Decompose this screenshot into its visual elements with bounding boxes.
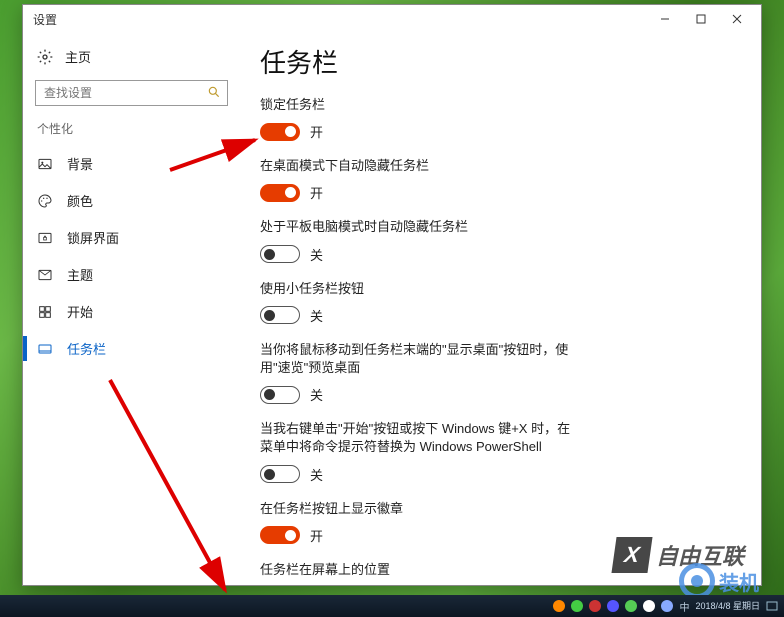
toggle-switch[interactable] xyxy=(260,465,300,483)
x-logo-icon: X xyxy=(611,537,652,573)
sidebar-item-lockscreen[interactable]: 锁屏界面 xyxy=(23,219,240,256)
window-title: 设置 xyxy=(33,11,57,28)
sidebar-item-label: 主题 xyxy=(67,265,93,284)
tray-icon[interactable] xyxy=(553,600,565,612)
palette-icon xyxy=(37,193,53,209)
image-icon xyxy=(37,156,53,172)
toggle-switch[interactable] xyxy=(260,526,300,544)
theme-icon xyxy=(37,267,53,283)
setting-label: 当我右键单击"开始"按钮或按下 Windows 键+X 时，在菜单中将命令提示符… xyxy=(260,420,580,456)
setting-label: 在桌面模式下自动隐藏任务栏 xyxy=(260,157,580,175)
toggle-state-text: 关 xyxy=(310,245,323,264)
tray-icon[interactable] xyxy=(643,600,655,612)
lockscreen-icon xyxy=(37,230,53,246)
system-tray[interactable]: 中 2018/4/8 星期日 xyxy=(553,599,778,614)
tray-icon[interactable] xyxy=(661,600,673,612)
sidebar-item-label: 颜色 xyxy=(67,191,93,210)
home-link[interactable]: 主页 xyxy=(23,41,240,80)
toggle-state-text: 开 xyxy=(310,526,323,545)
toggle-state-text: 开 xyxy=(310,122,323,141)
taskbar-icon xyxy=(37,341,53,357)
clock[interactable]: 2018/4/8 星期日 xyxy=(695,602,760,611)
sidebar-item-label: 任务栏 xyxy=(67,339,106,358)
toggle-state-text: 开 xyxy=(310,183,323,202)
sidebar-item-theme[interactable]: 主题 xyxy=(23,256,240,293)
toggle-switch[interactable] xyxy=(260,184,300,202)
taskbar[interactable]: 中 2018/4/8 星期日 xyxy=(0,595,784,617)
toggle-switch[interactable] xyxy=(260,386,300,404)
sidebar: 主页 个性化 背景颜色锁屏界面主题开始任务栏 xyxy=(23,33,240,585)
maximize-button[interactable] xyxy=(683,5,719,33)
setting-label: 在任务栏按钮上显示徽章 xyxy=(260,500,580,518)
toggle-switch[interactable] xyxy=(260,306,300,324)
titlebar: 设置 xyxy=(23,5,761,33)
circle-logo-icon xyxy=(679,563,715,599)
ime-indicator[interactable]: 中 xyxy=(679,599,689,614)
content-area: 任务栏 锁定任务栏开在桌面模式下自动隐藏任务栏开处于平板电脑模式时自动隐藏任务栏… xyxy=(240,33,761,585)
gear-icon xyxy=(37,49,53,65)
setting-label: 处于平板电脑模式时自动隐藏任务栏 xyxy=(260,218,580,236)
page-heading: 任务栏 xyxy=(260,43,741,80)
toggle-state-text: 关 xyxy=(310,306,323,325)
section-label: 个性化 xyxy=(23,120,240,145)
toggle-state-text: 关 xyxy=(310,465,323,484)
toggle-switch[interactable] xyxy=(260,123,300,141)
tray-icon[interactable] xyxy=(589,600,601,612)
settings-window: 设置 主页 个性化 背景颜色锁屏界面主题开始任务栏 xyxy=(22,4,762,586)
setting-label: 锁定任务栏 xyxy=(260,96,580,114)
desktop: 设置 主页 个性化 背景颜色锁屏界面主题开始任务栏 xyxy=(0,0,784,617)
tray-icon[interactable] xyxy=(625,600,637,612)
sidebar-item-taskbar[interactable]: 任务栏 xyxy=(23,330,240,367)
sidebar-item-label: 开始 xyxy=(67,302,93,321)
toggle-state-text: 关 xyxy=(310,385,323,404)
close-button[interactable] xyxy=(719,5,755,33)
tray-icon[interactable] xyxy=(571,600,583,612)
tray-icon[interactable] xyxy=(607,600,619,612)
sidebar-item-image[interactable]: 背景 xyxy=(23,145,240,182)
sidebar-item-start[interactable]: 开始 xyxy=(23,293,240,330)
start-icon xyxy=(37,304,53,320)
watermark-2: 装机 xyxy=(679,563,759,599)
search-input[interactable] xyxy=(35,80,228,106)
setting-label: 使用小任务栏按钮 xyxy=(260,280,580,298)
search-icon xyxy=(207,85,221,99)
sidebar-item-label: 锁屏界面 xyxy=(67,228,119,247)
setting-label: 当你将鼠标移动到任务栏末端的"显示桌面"按钮时，使用"速览"预览桌面 xyxy=(260,341,580,377)
minimize-button[interactable] xyxy=(647,5,683,33)
search-box[interactable] xyxy=(35,80,228,106)
notification-icon[interactable] xyxy=(766,600,778,612)
dropdown-label: 任务栏在屏幕上的位置 xyxy=(260,561,580,579)
home-label: 主页 xyxy=(65,47,91,66)
sidebar-item-label: 背景 xyxy=(67,154,93,173)
toggle-switch[interactable] xyxy=(260,245,300,263)
sidebar-item-palette[interactable]: 颜色 xyxy=(23,182,240,219)
